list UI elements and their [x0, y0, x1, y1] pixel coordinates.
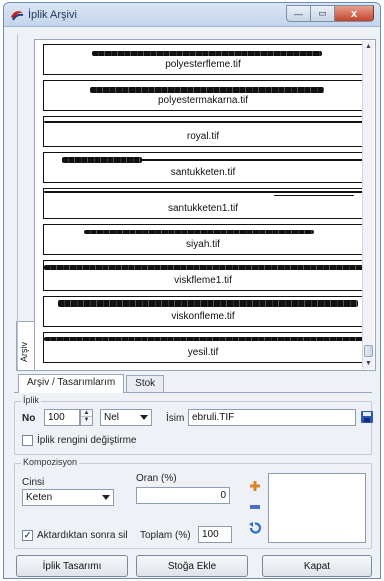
stepper-down-icon[interactable]: ▼ [81, 417, 92, 424]
yarn-number-input[interactable]: 100 [44, 409, 80, 426]
yarn-preview [44, 265, 364, 270]
list-item[interactable]: yesil.tif [43, 332, 364, 363]
fiber-type-value: Keten [26, 492, 53, 503]
list-item-name: santukketen1.tif [167, 203, 239, 214]
tab-stok[interactable]: Stok [126, 375, 165, 392]
keep-color-checkbox[interactable] [22, 435, 33, 446]
list-item-name: viskfleme1.tif [174, 275, 232, 286]
remove-icon[interactable] [248, 500, 262, 514]
close-window-button[interactable]: x [334, 5, 374, 22]
yarn-preview-fiber [274, 195, 354, 196]
list-item-name: royal.tif [186, 131, 220, 142]
list-item[interactable]: polyesterfleme.tif [43, 44, 363, 75]
isim-label: İsim [166, 413, 185, 424]
delete-after-add-label: Aktardıktan sonra sil [37, 530, 128, 541]
maximize-button[interactable]: ▭ [310, 5, 334, 22]
list-item[interactable]: santukketen.tif [43, 152, 364, 183]
list-item-name: yesil.tif [187, 347, 219, 358]
kompozisyon-legend: Kompozisyon [21, 457, 80, 467]
list-item[interactable]: santukketen1.tif [43, 188, 364, 219]
list-item[interactable]: siyah.tif [43, 224, 363, 255]
scroll-down-arrow-icon[interactable]: ▼ [363, 358, 374, 369]
yarn-name-input[interactable]: ebruli.TIF [188, 409, 356, 426]
yarn-preview [44, 191, 364, 193]
list-item-name: polyesterfleme.tif [165, 59, 241, 70]
bottom-tabs: Arşiv / Tasarımlarım Stok [18, 374, 166, 393]
yarn-list: polyesterfleme.tif polyestermakarna.tif … [43, 44, 364, 366]
window-controls: — ▭ x [286, 5, 374, 23]
yarn-preview [62, 157, 142, 163]
fiber-type-select[interactable]: Keten [22, 489, 114, 506]
stepper-up-icon[interactable]: ▲ [81, 410, 92, 417]
list-scrollbar[interactable]: ▲ ▼ [362, 41, 374, 369]
total-input[interactable]: 100 [198, 526, 232, 543]
undo-icon[interactable] [248, 521, 262, 535]
yarn-list-panel: polyesterfleme.tif polyestermakarna.tif … [17, 34, 376, 371]
ratio-input[interactable]: 0 [136, 487, 230, 504]
yarn-preview [90, 87, 324, 93]
window-title: İplik Arşivi [28, 9, 77, 21]
list-item[interactable]: polyestermakarna.tif [43, 80, 363, 111]
yarn-preview [92, 51, 322, 56]
composition-list[interactable] [268, 473, 366, 543]
minimize-button[interactable]: — [286, 5, 310, 22]
scroll-up-arrow-icon[interactable]: ▲ [363, 41, 374, 52]
close-button[interactable]: Kapat [262, 555, 372, 577]
list-item-name: siyah.tif [186, 239, 220, 250]
chevron-down-icon [102, 495, 110, 500]
save-icon[interactable] [360, 410, 374, 424]
list-item-name: viskonfleme.tif [171, 311, 235, 322]
yarn-preview-thread [140, 159, 364, 161]
cinsi-label: Cinsi [22, 477, 45, 488]
yarn-preview [44, 337, 364, 341]
add-icon[interactable] [248, 479, 262, 493]
yarn-unit-value: Nel [104, 412, 120, 423]
scroll-thumb[interactable] [364, 345, 373, 357]
yarn-number-stepper[interactable]: ▲ ▼ [80, 409, 93, 426]
yarn-preview [84, 230, 314, 234]
yarn-archive-window: İplik Arşivi — ▭ x Arşiv polyesterfleme.… [3, 2, 381, 579]
oran-label: Oran (%) [136, 473, 177, 484]
delete-after-add-checkbox[interactable]: ✓ [22, 530, 33, 541]
iplik-legend: İplik [21, 395, 42, 405]
list-item[interactable]: viskfleme1.tif [43, 260, 364, 291]
tab-arsiv-tasarimlarim[interactable]: Arşiv / Tasarımlarım [18, 374, 125, 393]
yarn-preview [58, 300, 358, 307]
list-item-name: santukketen.tif [170, 167, 236, 178]
keep-color-label: İplik rengini değiştirme [37, 435, 137, 446]
chevron-down-icon [140, 415, 148, 420]
toplam-label: Toplam (%) [140, 530, 191, 541]
list-item[interactable]: royal.tif [43, 116, 364, 147]
no-label: No [22, 413, 36, 424]
list-item-name: polyestermakarna.tif [157, 95, 249, 106]
list-item[interactable]: viskonfleme.tif [43, 296, 363, 327]
title-bar: İplik Arşivi — ▭ x [4, 3, 380, 27]
yarn-unit-select[interactable]: Nel [100, 409, 152, 426]
app-icon [11, 11, 24, 21]
yarn-design-button[interactable]: İplik Tasarımı [16, 555, 128, 577]
add-to-stock-button[interactable]: Stoğa Ekle [136, 555, 248, 577]
tab-arsiv-label: Arşiv [19, 342, 29, 362]
yarn-preview [44, 121, 364, 123]
tab-arsiv-vertical[interactable]: Arşiv [16, 321, 34, 371]
